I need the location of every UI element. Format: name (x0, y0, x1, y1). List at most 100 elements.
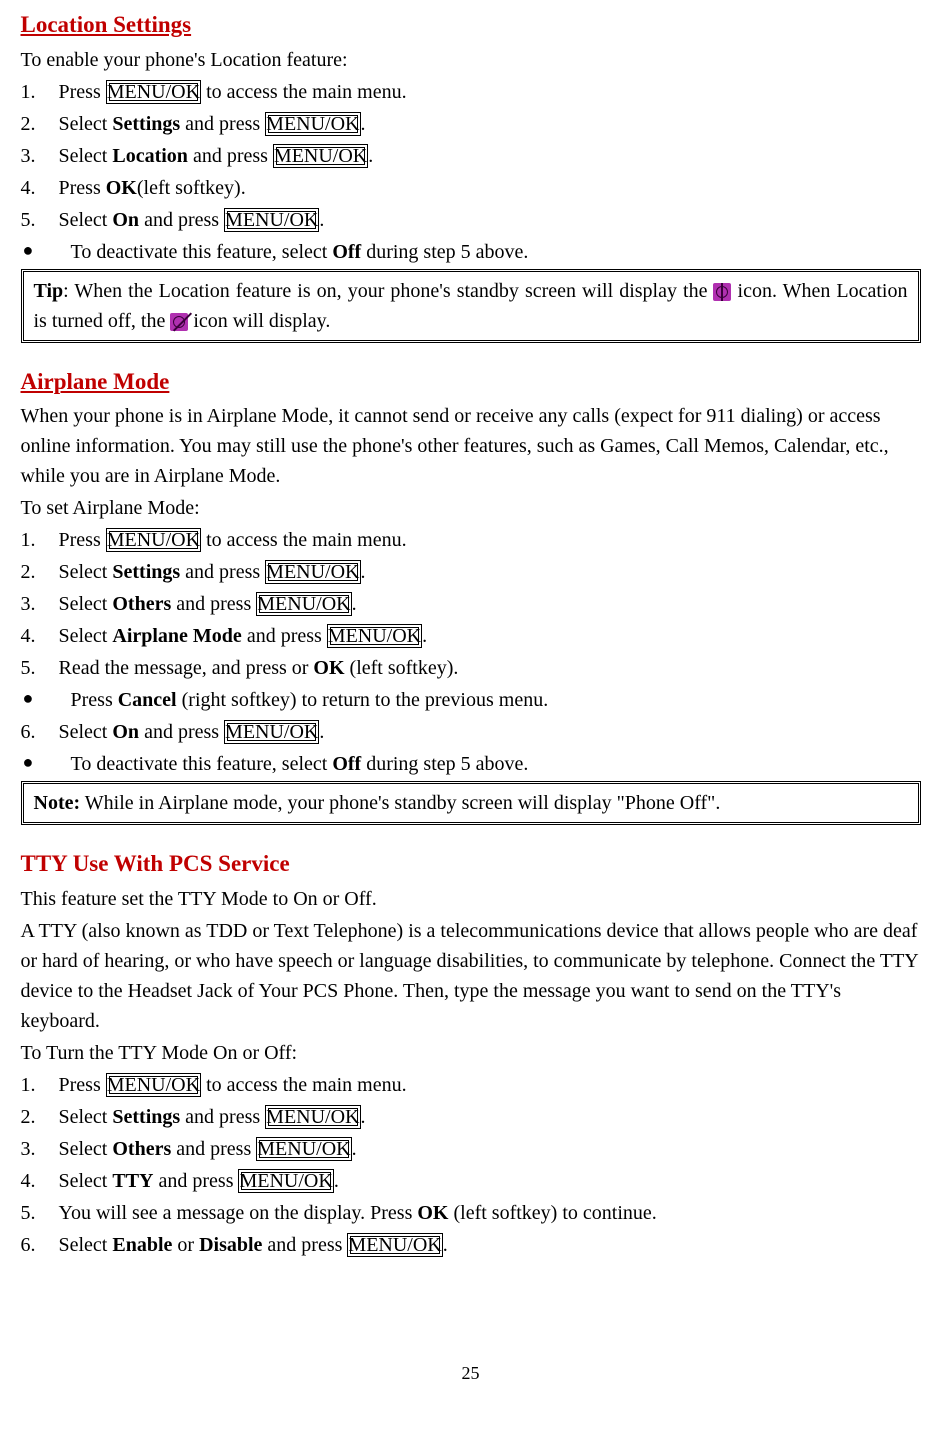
text: Select (59, 145, 113, 167)
menu-ok-key: MENU/OK (256, 1137, 351, 1161)
list-item: 1.Press MENU/OK to access the main menu. (21, 77, 921, 107)
text: Enable (112, 1234, 172, 1256)
text: during step 5 above. (361, 753, 528, 775)
airplane-intro: To set Airplane Mode: (21, 493, 921, 523)
text: . (352, 1138, 357, 1160)
text: or (172, 1234, 199, 1256)
heading-airplane-mode: Airplane Mode (21, 365, 921, 400)
text: Others (112, 593, 171, 615)
list-item: 5.Read the message, and press or OK (lef… (21, 653, 921, 683)
text: Press (71, 689, 118, 711)
text: . (319, 721, 324, 743)
tty-para1: This feature set the TTY Mode to On or O… (21, 884, 921, 914)
menu-ok-key: MENU/OK (224, 208, 319, 232)
list-item: 5.Select On and press MENU/OK. (21, 205, 921, 235)
text: and press (139, 721, 224, 743)
tty-para2: A TTY (also known as TDD or Text Telepho… (21, 916, 921, 1036)
menu-ok-key: MENU/OK (106, 528, 201, 552)
text: and press (180, 113, 265, 135)
text: To deactivate this feature, select (71, 241, 333, 263)
text: On (112, 721, 139, 743)
airplane-steps: 1.Press MENU/OK to access the main menu.… (21, 525, 921, 779)
text: and press (188, 145, 273, 167)
text: Select (59, 1106, 113, 1128)
text: : When the Location feature is on, your … (63, 280, 713, 302)
text: icon will display. (188, 310, 330, 332)
text: Disable (199, 1234, 262, 1256)
text: to access the main menu. (201, 81, 407, 103)
text: Location (112, 145, 188, 167)
text: to access the main menu. (201, 529, 407, 551)
tty-steps: 1.Press MENU/OK to access the main menu.… (21, 1070, 921, 1260)
text: On (112, 209, 139, 231)
menu-ok-key: MENU/OK (265, 560, 360, 584)
list-item: 3.Select Others and press MENU/OK. (21, 589, 921, 619)
list-item: 2.Select Settings and press MENU/OK. (21, 109, 921, 139)
menu-ok-key: MENU/OK (256, 592, 351, 616)
text: Press (59, 1074, 106, 1096)
text: and press (262, 1234, 347, 1256)
text: Off (332, 753, 361, 775)
text: and press (139, 209, 224, 231)
text: While in Airplane mode, your phone's sta… (80, 792, 720, 814)
list-item: ●To deactivate this feature, select Off … (21, 749, 921, 779)
text: . (361, 561, 366, 583)
text: Select (59, 113, 113, 135)
menu-ok-key: MENU/OK (106, 1073, 201, 1097)
location-on-icon (713, 283, 731, 301)
heading-location-settings: Location Settings (21, 8, 921, 43)
airplane-para: When your phone is in Airplane Mode, it … (21, 401, 921, 491)
text: Settings (112, 561, 180, 583)
tty-intro: To Turn the TTY Mode On or Off: (21, 1038, 921, 1068)
text: TTY (112, 1170, 153, 1192)
location-intro: To enable your phone's Location feature: (21, 45, 921, 75)
text: OK (313, 657, 344, 679)
text: . (368, 145, 373, 167)
menu-ok-key: MENU/OK (273, 144, 368, 168)
tip-box: Tip: When the Location feature is on, yo… (21, 269, 921, 343)
text: and press (180, 561, 265, 583)
menu-ok-key: MENU/OK (238, 1169, 333, 1193)
text: OK (417, 1202, 448, 1224)
text: and press (180, 1106, 265, 1128)
text: during step 5 above. (361, 241, 528, 263)
text: Press (59, 177, 106, 199)
text: Press (59, 81, 106, 103)
list-item: 3.Select Location and press MENU/OK. (21, 141, 921, 171)
text: Others (112, 1138, 171, 1160)
text: Airplane Mode (112, 625, 241, 647)
list-item: 2.Select Settings and press MENU/OK. (21, 557, 921, 587)
menu-ok-key: MENU/OK (106, 80, 201, 104)
text: To deactivate this feature, select (71, 753, 333, 775)
text: OK (106, 177, 137, 199)
list-item: 6.Select On and press MENU/OK. (21, 717, 921, 747)
text: Press (59, 529, 106, 551)
text: Select (59, 561, 113, 583)
text: Select (59, 1170, 113, 1192)
menu-ok-key: MENU/OK (265, 1105, 360, 1129)
list-item: 1.Press MENU/OK to access the main menu. (21, 525, 921, 555)
text: and press (154, 1170, 239, 1192)
note-label: Note: (34, 792, 81, 814)
list-item: 4.Select TTY and press MENU/OK. (21, 1166, 921, 1196)
text: Select (59, 721, 113, 743)
list-item: ●Press Cancel (right softkey) to return … (21, 685, 921, 715)
text: (left softkey). (345, 657, 459, 679)
list-item: 4.Press OK(left softkey). (21, 173, 921, 203)
menu-ok-key: MENU/OK (265, 112, 360, 136)
text: Select (59, 625, 113, 647)
heading-tty: TTY Use With PCS Service (21, 847, 921, 882)
text: and press (171, 593, 256, 615)
text: Settings (112, 1106, 180, 1128)
text: You will see a message on the display. P… (59, 1202, 418, 1224)
text: . (319, 209, 324, 231)
text: and press (242, 625, 327, 647)
text: and press (171, 1138, 256, 1160)
text: . (422, 625, 427, 647)
text: Select (59, 593, 113, 615)
list-item: 2.Select Settings and press MENU/OK. (21, 1102, 921, 1132)
text: to access the main menu. (201, 1074, 407, 1096)
menu-ok-key: MENU/OK (224, 720, 319, 744)
location-steps: 1.Press MENU/OK to access the main menu.… (21, 77, 921, 267)
note-box: Note: While in Airplane mode, your phone… (21, 781, 921, 825)
